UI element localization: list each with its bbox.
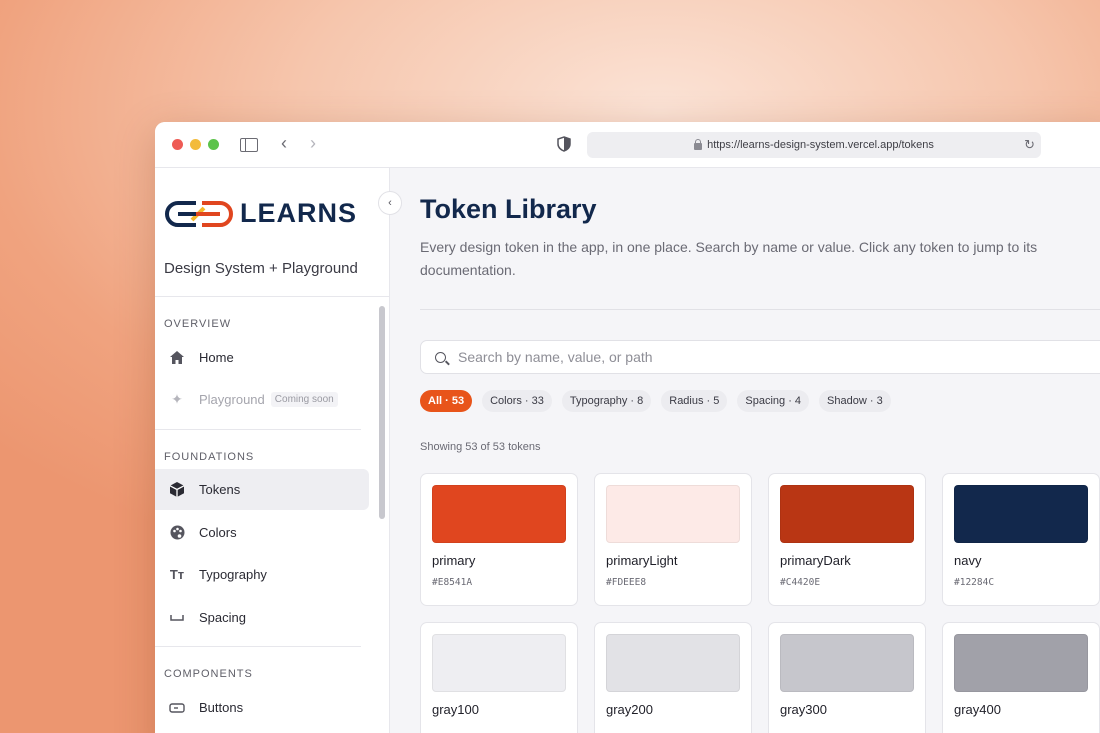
filter-chip-radius[interactable]: Radius · 5 [661, 390, 728, 412]
sidebar-item-home[interactable]: Home [155, 337, 369, 378]
learns-logo[interactable]: LEARNS [164, 198, 357, 229]
maximize-window-button[interactable] [208, 139, 219, 150]
sidebar-item-buttons[interactable]: Buttons [155, 687, 369, 728]
main-content: Token Library Every design token in the … [390, 168, 1100, 733]
button-icon [169, 700, 185, 716]
filter-chip-typography[interactable]: Typography · 8 [561, 390, 652, 412]
sidebar-scrollbar-thumb[interactable] [379, 306, 385, 519]
color-swatch [780, 485, 914, 543]
sparkle-icon: ✦ [171, 391, 183, 407]
token-name: primaryLight [606, 553, 678, 568]
token-value: #12284C [954, 577, 995, 588]
sidebar-divider [155, 646, 361, 647]
sidebar-item-label: Spacing [199, 610, 246, 625]
color-swatch [432, 485, 566, 543]
sidebar-toggle-icon[interactable] [240, 138, 258, 152]
logo-text: LEARNS [240, 198, 358, 228]
token-name: gray100 [432, 702, 479, 717]
color-swatch [954, 634, 1088, 692]
cube-icon [169, 482, 185, 498]
browser-titlebar: ‹ › https://learns-design-system.vercel.… [155, 122, 1100, 168]
sidebar-item-label: Colors [199, 525, 237, 540]
token-card[interactable]: primaryDark #C4420E [768, 473, 926, 606]
sidebar-scrollbar[interactable] [377, 306, 387, 733]
token-card[interactable]: gray100 [420, 622, 578, 733]
logo-mark-icon [165, 200, 233, 227]
token-search[interactable] [420, 340, 1100, 374]
lock-icon [694, 138, 703, 150]
collapse-sidebar-button[interactable]: ‹ [378, 191, 402, 215]
sidebar-divider [155, 296, 389, 297]
filter-chips: All · 53 Colors · 33 Typography · 8 Radi… [420, 390, 891, 412]
section-label-foundations: FOUNDATIONS [164, 451, 255, 463]
spacing-icon [169, 610, 185, 626]
page-title: Token Library [420, 194, 597, 224]
results-count: Showing 53 of 53 tokens [420, 441, 541, 453]
sidebar-subtitle: Design System + Playground [164, 260, 358, 277]
token-name: primaryDark [780, 553, 851, 568]
section-label-components: COMPONENTS [164, 668, 253, 680]
token-name: gray300 [780, 702, 827, 717]
search-icon [435, 351, 446, 363]
minimize-window-button[interactable] [190, 139, 201, 150]
color-swatch [954, 485, 1088, 543]
token-card[interactable]: gray200 [594, 622, 752, 733]
token-name: navy [954, 553, 982, 568]
color-swatch [606, 485, 740, 543]
token-name: gray400 [954, 702, 1001, 717]
sidebar-item-colors[interactable]: Colors [155, 512, 369, 553]
close-window-button[interactable] [172, 139, 183, 150]
page-description: Every design token in the app, in one pl… [420, 239, 1038, 278]
sidebar-item-label: Home [199, 350, 234, 365]
sidebar-item-label: Playground [199, 392, 265, 407]
token-card[interactable]: gray400 [942, 622, 1100, 733]
token-value: #C4420E [780, 577, 821, 588]
token-name: primary [432, 553, 476, 568]
url-text: https://learns-design-system.vercel.app/… [707, 139, 934, 151]
filter-chip-spacing[interactable]: Spacing · 4 [737, 390, 810, 412]
filter-chip-shadow[interactable]: Shadow · 3 [819, 390, 891, 412]
palette-icon [169, 525, 185, 541]
forward-arrow-icon[interactable]: › [310, 133, 316, 153]
token-value: #FDEEE8 [606, 577, 647, 588]
token-name: gray200 [606, 702, 653, 717]
back-arrow-icon[interactable]: ‹ [281, 133, 287, 153]
sidebar-item-spacing[interactable]: Spacing [155, 597, 369, 638]
token-card[interactable]: navy #12284C [942, 473, 1100, 606]
address-bar[interactable]: https://learns-design-system.vercel.app/… [587, 132, 1041, 158]
search-input[interactable] [458, 349, 1058, 365]
sidebar-item-label: Tokens [199, 482, 241, 497]
sidebar: LEARNS Design System + Playground OVERVI… [155, 168, 402, 733]
token-value: #E8541A [432, 577, 473, 588]
coming-soon-badge: Coming soon [270, 392, 338, 407]
shield-icon[interactable] [557, 136, 571, 152]
filter-chip-all[interactable]: All · 53 [420, 390, 473, 412]
home-icon [169, 350, 185, 366]
filter-chip-colors[interactable]: Colors · 33 [482, 390, 552, 412]
color-swatch [780, 634, 914, 692]
sidebar-item-tokens[interactable]: Tokens [155, 469, 369, 510]
sidebar-item-label: Buttons [199, 700, 244, 715]
browser-window: ‹ › https://learns-design-system.vercel.… [155, 122, 1100, 733]
sidebar-divider [155, 429, 361, 430]
section-label-overview: OVERVIEW [164, 318, 232, 330]
token-grid: primary #E8541A primaryLight #FDEEE8 pri… [420, 473, 1100, 733]
sidebar-item-playground: ✦ Playground Coming soon [155, 379, 369, 420]
content-divider [420, 309, 1100, 310]
token-card[interactable]: primary #E8541A [420, 473, 578, 606]
token-card[interactable]: gray300 [768, 622, 926, 733]
color-swatch [606, 634, 740, 692]
reload-icon[interactable]: ↻ [1024, 137, 1035, 153]
token-card[interactable]: primaryLight #FDEEE8 [594, 473, 752, 606]
chevron-left-icon: ‹ [388, 197, 392, 209]
sidebar-item-label: Typography [199, 567, 267, 582]
type-icon: Tт [169, 567, 185, 582]
sidebar-item-typography[interactable]: Tт Typography [155, 554, 369, 595]
color-swatch [432, 634, 566, 692]
